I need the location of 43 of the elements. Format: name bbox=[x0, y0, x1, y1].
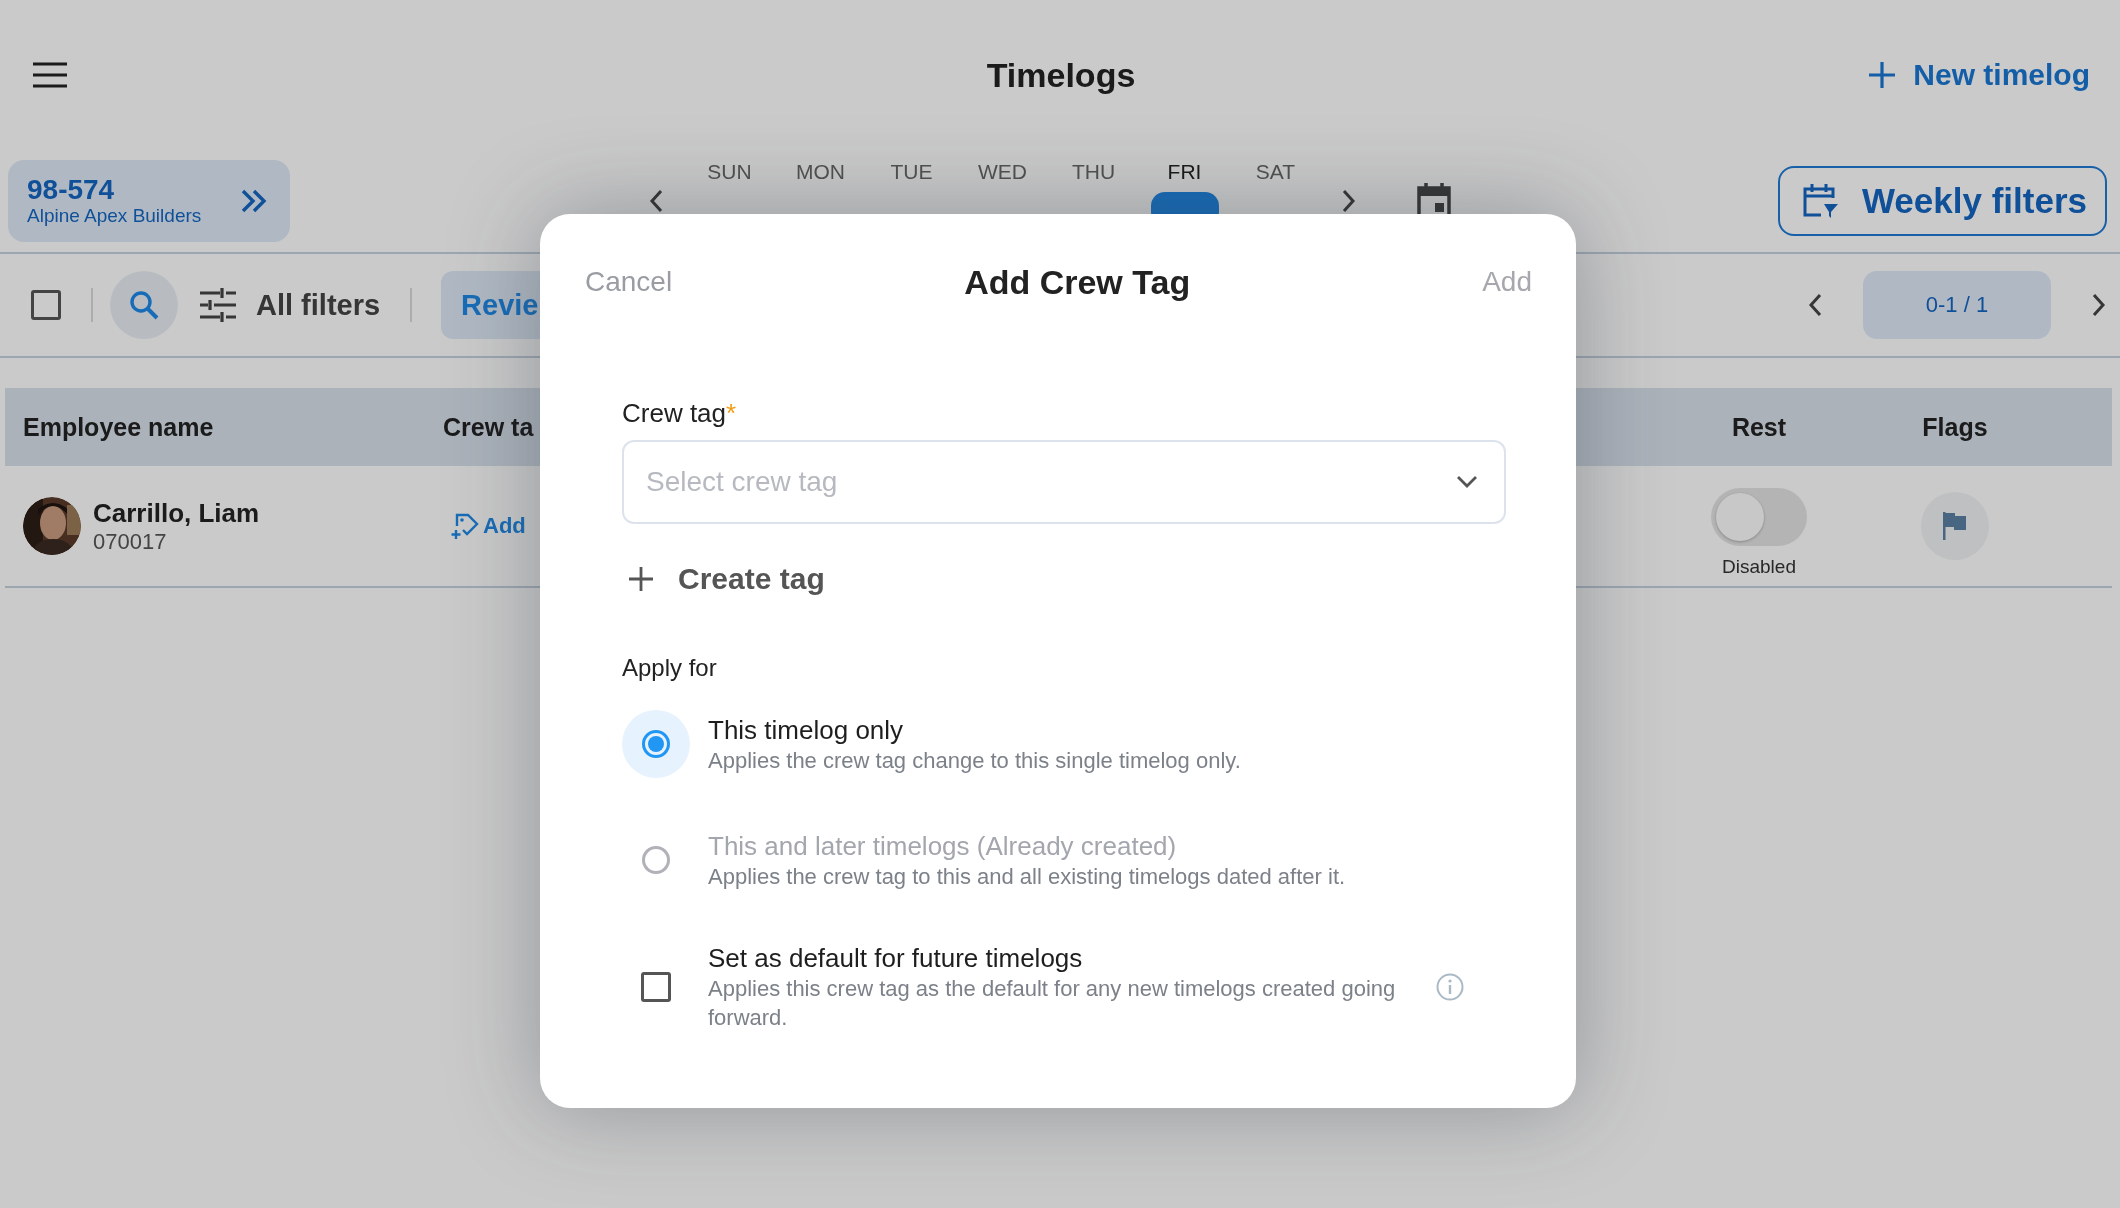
select-all-checkbox[interactable] bbox=[31, 290, 61, 320]
option-title: Set as default for future timelogs bbox=[708, 942, 1084, 974]
all-filters-button[interactable]: All filters bbox=[200, 288, 381, 322]
next-week-icon[interactable] bbox=[1341, 188, 1357, 214]
add-crew-tag-link[interactable]: Add bbox=[451, 512, 526, 540]
job-card[interactable]: 98-574 Alpine Apex Builders bbox=[8, 160, 290, 242]
option-description: Applies this crew tag as the default for any new timelogs created going forward. bbox=[708, 975, 1397, 1032]
column-header: Flags bbox=[1921, 412, 1989, 442]
previous-week-icon[interactable] bbox=[648, 188, 664, 214]
plus-icon bbox=[628, 566, 654, 592]
option-description: Applies the crew tag to this and all existing timelogs dated after it. bbox=[708, 862, 1347, 891]
column-header: Employee name bbox=[22, 412, 215, 442]
menu-icon[interactable] bbox=[32, 62, 68, 88]
apply-for-label: Apply for bbox=[622, 654, 718, 682]
company-name: Alpine Apex Builders bbox=[27, 205, 202, 228]
page-range: 0-1 / 1 bbox=[1863, 271, 2051, 339]
double-chevron-icon bbox=[240, 188, 268, 214]
field-label: Crew tag bbox=[622, 398, 727, 428]
calendar-filter-icon bbox=[1801, 182, 1840, 220]
option-description: Applies the crew tag change to this single timelog only. bbox=[708, 746, 1242, 775]
crew-tag-select[interactable]: Select crew tag bbox=[622, 440, 1506, 524]
next-page-icon[interactable] bbox=[2091, 292, 2107, 318]
tag-plus-icon bbox=[451, 512, 479, 540]
required-mark: * bbox=[726, 398, 737, 428]
weekly-filters-button[interactable]: Weekly filters bbox=[1777, 166, 2107, 236]
job-number: 98-574 bbox=[27, 174, 116, 206]
rest-status: Disabled bbox=[1722, 556, 1796, 578]
search-icon bbox=[129, 290, 159, 320]
option-title: This and later timelogs (Already created) bbox=[708, 829, 1178, 862]
plus-icon bbox=[1867, 60, 1898, 90]
employee-name: Carrillo, Liam bbox=[93, 497, 260, 529]
checkbox[interactable] bbox=[641, 972, 671, 1002]
new-timelog-button[interactable]: New timelog bbox=[1867, 58, 2090, 92]
chevron-down-icon bbox=[1456, 475, 1478, 489]
column-header: Rest bbox=[1730, 412, 1788, 442]
page-title: Timelogs bbox=[986, 55, 1136, 95]
option-title: This timelog only bbox=[708, 713, 905, 746]
sliders-icon bbox=[200, 288, 236, 322]
previous-page-icon[interactable] bbox=[1807, 292, 1823, 318]
flag-icon bbox=[1943, 512, 1967, 540]
dialog-title: Add Crew Tag bbox=[964, 262, 1191, 302]
create-tag-button[interactable]: Create tag bbox=[628, 562, 825, 596]
employee-id: 070017 bbox=[93, 528, 168, 555]
